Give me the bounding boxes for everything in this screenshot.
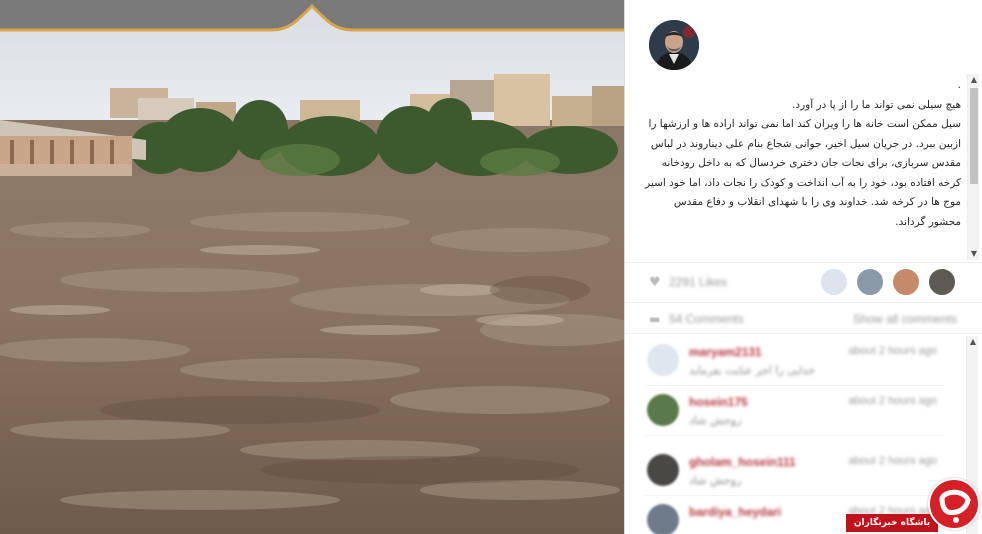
post-panel: . هیچ سیلی نمی تواند ما را از پا در آورد… — [624, 0, 982, 534]
watermark-label: باشگاه خبرنگاران — [846, 514, 938, 532]
liker-avatar[interactable] — [855, 267, 885, 297]
caption-area: . هیچ سیلی نمی تواند ما را از پا در آورد… — [625, 74, 982, 260]
scrollbar-thumb[interactable] — [970, 88, 978, 184]
commenter-username[interactable]: maryam2131 — [689, 345, 762, 359]
comment-icon[interactable]: ▬ — [649, 312, 660, 326]
commenter-avatar[interactable] — [647, 454, 679, 486]
scroll-down-arrow-icon[interactable]: ▼ — [968, 248, 980, 260]
comments-header: ▬ 54 Comments Show all comments — [625, 302, 982, 334]
decorative-frame — [0, 0, 624, 32]
likes-count[interactable]: 2291 Likes — [669, 275, 727, 289]
scroll-up-arrow-icon[interactable]: ▲ — [967, 336, 979, 348]
likes-row: ♥ 2291 Likes — [625, 262, 982, 300]
comment-time: about 2 hours ago — [848, 455, 937, 467]
liker-avatar[interactable] — [927, 267, 957, 297]
comment-item: hosein175 about 2 hours ago روحش شاد — [625, 386, 965, 436]
comment-item: gholam_hosein111 about 2 hours ago روحش … — [625, 446, 965, 496]
scroll-up-arrow-icon[interactable]: ▲ — [968, 74, 980, 86]
author-avatar[interactable] — [649, 20, 699, 70]
watermark-logo — [928, 478, 980, 530]
commenter-avatar[interactable] — [647, 394, 679, 426]
commenter-avatar[interactable] — [647, 344, 679, 376]
author-portrait — [649, 20, 699, 70]
comment-text: خدایی را اجر عنایت بفرماید — [689, 364, 816, 377]
caption-line: هیچ سیلی نمی تواند ما را از پا در آورد. — [792, 98, 961, 111]
commenter-username[interactable]: gholam_hosein111 — [689, 455, 796, 469]
comment-time: about 2 hours ago — [848, 345, 937, 357]
liker-avatar[interactable] — [891, 267, 921, 297]
divider — [645, 435, 945, 436]
comments-list: maryam2131 about 2 hours ago خدایی را اج… — [625, 336, 965, 534]
comment-item: maryam2131 about 2 hours ago خدایی را اج… — [625, 336, 965, 386]
flood-river-image — [0, 0, 624, 534]
post-caption: . هیچ سیلی نمی تواند ما را از پا در آورد… — [639, 76, 961, 256]
comment-time: about 2 hours ago — [848, 395, 937, 407]
commenter-avatar[interactable] — [647, 504, 679, 534]
commenter-username[interactable]: bardiya_heydari — [689, 505, 781, 519]
commenter-username[interactable]: hosein175 — [689, 395, 748, 409]
comments-count: 54 Comments — [669, 312, 744, 326]
heart-icon[interactable]: ♥ — [649, 275, 661, 290]
post-photo — [0, 0, 624, 534]
liker-avatar[interactable] — [819, 267, 849, 297]
show-all-comments-link[interactable]: Show all comments — [853, 312, 957, 326]
comment-text: روحش شاد — [689, 414, 742, 427]
comment-text: روحش شاد — [689, 474, 742, 487]
caption-line: . — [957, 79, 961, 91]
watermark-logo-icon — [939, 489, 971, 523]
caption-line: سیل ممکن است خانه ها را ویران کند اما نم… — [645, 118, 961, 228]
caption-scrollbar[interactable]: ▲ ▼ — [967, 74, 979, 260]
